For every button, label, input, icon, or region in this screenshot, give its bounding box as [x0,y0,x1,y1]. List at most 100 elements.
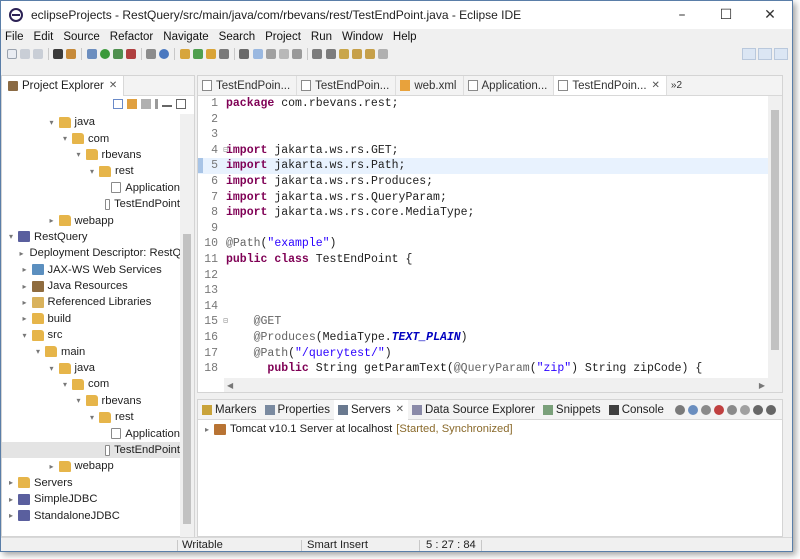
code-text[interactable]: import jakarta.ws.rs.GET; [222,143,399,159]
fold-toggle-icon[interactable]: ⊟ [223,314,228,330]
tree-item[interactable]: TestEndPoint [2,196,180,212]
code-text[interactable]: @Produces(MediaType.TEXT_PLAIN) [222,330,468,346]
external-tools-icon[interactable] [126,49,137,59]
bottom-tab-snippets[interactable]: Snippets [539,404,605,416]
explorer-scroll-thumb[interactable] [183,234,191,524]
fold-toggle-icon[interactable]: ⊟ [223,143,228,159]
expand-chevron-icon[interactable]: ▸ [202,425,212,434]
code-line[interactable]: 9​ [198,221,768,237]
java-perspective-icon[interactable] [774,48,788,60]
editor-tab[interactable]: TestEndPoin... [198,76,298,95]
scroll-right-icon[interactable]: ▶ [759,381,765,390]
tree-item[interactable]: ▸ Referenced Libraries [2,294,180,310]
pin-icon[interactable] [239,49,250,59]
java-ee-perspective-icon[interactable] [758,48,772,60]
code-text[interactable]: import jakarta.ws.rs.core.MediaType; [222,205,474,221]
tree-item[interactable]: ▾ java [2,360,180,376]
explorer-scrollbar[interactable] [180,114,194,538]
tree-item[interactable]: ▸ webapp [2,458,180,474]
chevron-right-icon[interactable]: ▸ [6,511,16,520]
menu-source[interactable]: Source [58,31,104,43]
stop-server-icon[interactable] [714,404,724,415]
menu-run[interactable]: Run [306,31,337,43]
minimize-button[interactable]: – [660,1,704,29]
last-edit-icon[interactable] [338,49,349,59]
tree-item[interactable]: ▸ Servers [2,475,180,491]
save-all-icon[interactable] [32,49,43,59]
code-text[interactable]: ​ [222,283,226,299]
tree-item[interactable]: Application [2,425,180,441]
maximize-view-icon[interactable] [766,404,776,415]
code-text[interactable]: public String getParamText(@QueryParam("… [222,361,702,377]
highlight-icon[interactable] [252,49,263,59]
open-type-icon[interactable] [206,49,217,59]
server-entry[interactable]: ▸ Tomcat v10.1 Server at localhost [Star… [198,420,782,438]
tree-item[interactable]: ▸ SimpleJDBC [2,491,180,507]
menu-window[interactable]: Window [337,31,388,43]
chevron-right-icon[interactable]: ▸ [47,462,57,471]
forward-icon[interactable] [365,49,376,59]
chevron-down-icon[interactable]: ▾ [6,232,16,241]
menu-navigate[interactable]: Navigate [158,31,213,43]
code-text[interactable]: public class TestEndPoint { [222,252,412,268]
tree-item[interactable]: ▸ StandaloneJDBC [2,507,180,523]
close-icon[interactable]: ✕ [109,80,117,91]
editor-scrollbar[interactable] [768,96,782,392]
code-line[interactable]: 11 public class TestEndPoint { [198,252,768,268]
server-icon[interactable] [146,49,157,59]
code-text[interactable]: package com.rbevans.rest; [222,96,399,112]
chevron-down-icon[interactable]: ▾ [20,331,30,340]
block-icon[interactable] [292,49,303,59]
search-icon[interactable] [219,49,230,59]
code-line[interactable]: 18 public String getParamText(@QueryPara… [198,361,768,377]
new-class-icon[interactable] [192,49,203,59]
menu-help[interactable]: Help [388,31,422,43]
code-text[interactable]: @GET [222,314,282,330]
filter-icon[interactable] [141,99,151,109]
minimize-view-icon[interactable] [162,101,172,107]
code-line[interactable]: 15 ⊟ @GET [198,314,768,330]
close-window-button[interactable]: ✕ [748,1,792,29]
tree-item[interactable]: ▾ rbevans [2,393,180,409]
tree-item[interactable]: ▾ java [2,114,180,130]
publish-icon[interactable] [727,404,737,415]
collapse-all-icon[interactable] [113,99,123,109]
tree-item[interactable]: ▸ Java Resources [2,278,180,294]
code-line[interactable]: 7 import jakarta.ws.rs.QueryParam; [198,190,768,206]
save-icon[interactable] [19,49,30,59]
scroll-left-icon[interactable]: ◀ [227,381,233,390]
open-perspective-icon[interactable] [742,48,756,60]
run-icon[interactable] [99,49,110,59]
tab-project-explorer[interactable]: Project Explorer ✕ [2,75,125,96]
chevron-right-icon[interactable]: ▸ [20,265,30,274]
code-text[interactable]: ​ [222,221,226,237]
debug-icon[interactable] [86,49,97,59]
new-package-icon[interactable] [179,49,190,59]
editor-tab[interactable]: TestEndPoin... [297,76,397,95]
editor-horizontal-scrollbar[interactable]: ◀ ▶ [224,378,768,392]
build-icon[interactable] [66,49,77,59]
debug-server-icon[interactable] [688,404,698,415]
link-editor-icon[interactable] [127,99,137,109]
code-text[interactable]: import jakarta.ws.rs.QueryParam; [222,190,447,206]
annotation-next-icon[interactable] [312,49,323,59]
editor-tab[interactable]: TestEndPoin... ✕ [554,76,667,95]
code-line[interactable]: 5 import jakarta.ws.rs.Path; [198,158,768,174]
menu-file[interactable]: File [1,31,29,43]
history-icon[interactable] [378,49,389,59]
code-line[interactable]: 12 ​ [198,268,768,284]
tree-item[interactable]: ▸ Deployment Descriptor: RestQ [2,245,181,261]
chevron-right-icon[interactable]: ▸ [47,216,57,225]
tree-item[interactable]: ▾ rbevans [2,147,180,163]
code-text[interactable]: @Path("/querytest/") [222,346,392,362]
bottom-tab-servers[interactable]: Servers ✕ [333,399,408,420]
maximize-button[interactable]: ☐ [704,1,748,29]
chevron-down-icon[interactable]: ▾ [33,347,43,356]
tree-item[interactable]: ▾ src [2,327,180,343]
editor-tab[interactable]: web.xml [396,76,464,95]
code-line[interactable]: 3​ [198,127,768,143]
minimize-view-icon[interactable] [753,404,763,415]
view-menu-icon[interactable] [155,99,158,109]
code-text[interactable]: ​ [222,127,226,143]
bottom-tab-console[interactable]: Console [605,404,668,416]
